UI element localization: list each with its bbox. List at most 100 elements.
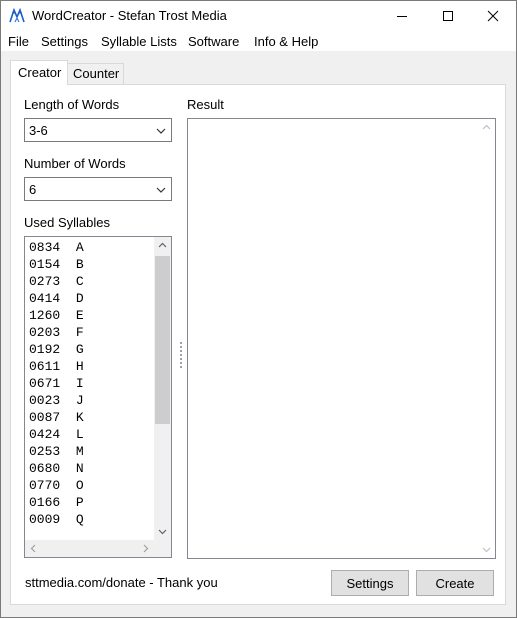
create-button[interactable]: Create bbox=[416, 570, 494, 596]
menu-bar: File Settings Syllable Lists Software In… bbox=[1, 31, 516, 51]
syllable-count: 0834 bbox=[29, 240, 61, 255]
menu-file[interactable]: File bbox=[8, 34, 29, 49]
syllable-text: M bbox=[75, 444, 84, 459]
syllable-list-item[interactable]: 0253 M bbox=[25, 443, 153, 460]
scroll-left-button[interactable] bbox=[25, 540, 42, 557]
creator-panel: Length of Words 3-6 Number of Words 6 Us… bbox=[10, 84, 506, 605]
result-vertical-scrollbar[interactable] bbox=[478, 119, 495, 558]
chevron-down-icon bbox=[156, 128, 166, 134]
syllable-list-item[interactable]: 0414 D bbox=[25, 290, 153, 307]
syllable-text: P bbox=[75, 495, 84, 510]
syllable-list-item[interactable]: 0611 H bbox=[25, 358, 153, 375]
syllable-count: 0154 bbox=[29, 257, 61, 272]
length-of-words-select[interactable]: 3-6 bbox=[24, 118, 172, 142]
syllable-text: B bbox=[75, 257, 84, 272]
length-of-words-value: 3-6 bbox=[29, 123, 48, 138]
syllable-text: Q bbox=[75, 512, 84, 527]
scroll-down-button[interactable] bbox=[154, 523, 171, 540]
number-of-words-select[interactable]: 6 bbox=[24, 177, 172, 201]
syllable-list-item[interactable]: 0023 J bbox=[25, 392, 153, 409]
syllable-list-item[interactable]: 0770 O bbox=[25, 477, 153, 494]
syllable-text: F bbox=[75, 325, 84, 340]
chevron-up-icon bbox=[158, 242, 167, 248]
syllable-list-item[interactable]: 0834 A bbox=[25, 239, 153, 256]
syllable-text: K bbox=[75, 410, 84, 425]
syllable-count: 0023 bbox=[29, 393, 61, 408]
syllable-list-item[interactable]: 1260 E bbox=[25, 307, 153, 324]
syllable-text: D bbox=[75, 291, 84, 306]
syllable-text: L bbox=[75, 427, 84, 442]
syllable-text: G bbox=[75, 342, 84, 357]
syllable-list-item[interactable]: 0154 B bbox=[25, 256, 153, 273]
syllable-list-item[interactable]: 0203 F bbox=[25, 324, 153, 341]
menu-software[interactable]: Software bbox=[188, 34, 239, 49]
result-scroll-down-button[interactable] bbox=[478, 541, 495, 558]
syllable-text: C bbox=[75, 274, 84, 289]
syllable-list-item[interactable]: 0009 Q bbox=[25, 511, 153, 528]
syllable-count: 0611 bbox=[29, 359, 61, 374]
title-bar[interactable]: WordCreator - Stefan Trost Media bbox=[1, 1, 516, 31]
chevron-up-icon bbox=[482, 124, 491, 130]
syllable-text: N bbox=[75, 461, 84, 476]
chevron-down-icon bbox=[158, 529, 167, 535]
syllable-list-item[interactable]: 0087 K bbox=[25, 409, 153, 426]
client-area: Creator Counter Length of Words 3-6 Numb… bbox=[1, 51, 516, 617]
syllables-vertical-scrollbar[interactable] bbox=[154, 237, 171, 540]
maximize-button[interactable] bbox=[425, 1, 471, 31]
scroll-corner bbox=[154, 540, 171, 557]
maximize-icon bbox=[443, 11, 453, 21]
menu-info-help[interactable]: Info & Help bbox=[254, 34, 318, 49]
chevron-left-icon bbox=[30, 544, 36, 553]
chevron-down-icon bbox=[156, 187, 166, 193]
syllable-count: 0273 bbox=[29, 274, 61, 289]
menu-settings[interactable]: Settings bbox=[41, 34, 88, 49]
syllable-text: E bbox=[75, 308, 84, 323]
number-of-words-label: Number of Words bbox=[24, 156, 126, 171]
result-textarea[interactable] bbox=[187, 118, 496, 559]
window-title: WordCreator - Stefan Trost Media bbox=[32, 8, 227, 23]
panel-splitter[interactable] bbox=[179, 342, 183, 372]
minimize-icon bbox=[397, 16, 407, 17]
number-of-words-value: 6 bbox=[29, 182, 37, 197]
syllable-list-item[interactable]: 0680 N bbox=[25, 460, 153, 477]
tab-counter[interactable]: Counter bbox=[68, 63, 124, 85]
used-syllables-label: Used Syllables bbox=[24, 215, 110, 230]
syllable-count: 0009 bbox=[29, 512, 61, 527]
syllable-count: 0414 bbox=[29, 291, 61, 306]
app-window: WordCreator - Stefan Trost Media File Se… bbox=[0, 0, 517, 618]
result-scroll-up-button[interactable] bbox=[478, 119, 495, 136]
syllable-text: J bbox=[75, 393, 84, 408]
syllable-count: 1260 bbox=[29, 308, 61, 323]
settings-button[interactable]: Settings bbox=[331, 570, 409, 596]
syllable-count: 0166 bbox=[29, 495, 61, 510]
syllable-list-item[interactable]: 0273 C bbox=[25, 273, 153, 290]
length-of-words-label: Length of Words bbox=[24, 97, 120, 112]
syllable-count: 0203 bbox=[29, 325, 61, 340]
close-icon bbox=[487, 10, 499, 22]
syllables-scroll-thumb[interactable] bbox=[155, 256, 170, 424]
syllable-list-item[interactable]: 0192 G bbox=[25, 341, 153, 358]
syllable-count: 0424 bbox=[29, 427, 61, 442]
syllable-text: O bbox=[75, 478, 84, 493]
syllable-list-item[interactable]: 0424 L bbox=[25, 426, 153, 443]
menu-syllable-lists[interactable]: Syllable Lists bbox=[101, 34, 177, 49]
wordcreator-app-icon bbox=[9, 7, 25, 23]
syllable-list-item[interactable]: 0166 P bbox=[25, 494, 153, 511]
tab-creator[interactable]: Creator bbox=[10, 60, 68, 85]
minimize-button[interactable] bbox=[379, 1, 425, 31]
chevron-right-icon bbox=[143, 544, 149, 553]
syllable-text: A bbox=[75, 240, 84, 255]
donate-link[interactable]: sttmedia.com/donate - Thank you bbox=[25, 575, 218, 590]
syllable-rows: 0834 A 0154 B 0273 C 0414 D 1260 E 0203 F 0192… bbox=[25, 239, 153, 528]
syllable-list-item[interactable]: 0671 I bbox=[25, 375, 153, 392]
syllable-count: 0680 bbox=[29, 461, 61, 476]
syllable-count: 0192 bbox=[29, 342, 61, 357]
scroll-up-button[interactable] bbox=[154, 237, 171, 254]
syllable-count: 0087 bbox=[29, 410, 61, 425]
syllables-horizontal-scrollbar[interactable] bbox=[25, 540, 154, 557]
syllable-text: I bbox=[75, 376, 84, 391]
used-syllables-list[interactable]: 0834 A 0154 B 0273 C 0414 D 1260 E 0203 F 0192… bbox=[24, 236, 172, 558]
close-button[interactable] bbox=[470, 1, 516, 31]
syllable-count: 0253 bbox=[29, 444, 61, 459]
scroll-right-button[interactable] bbox=[137, 540, 154, 557]
